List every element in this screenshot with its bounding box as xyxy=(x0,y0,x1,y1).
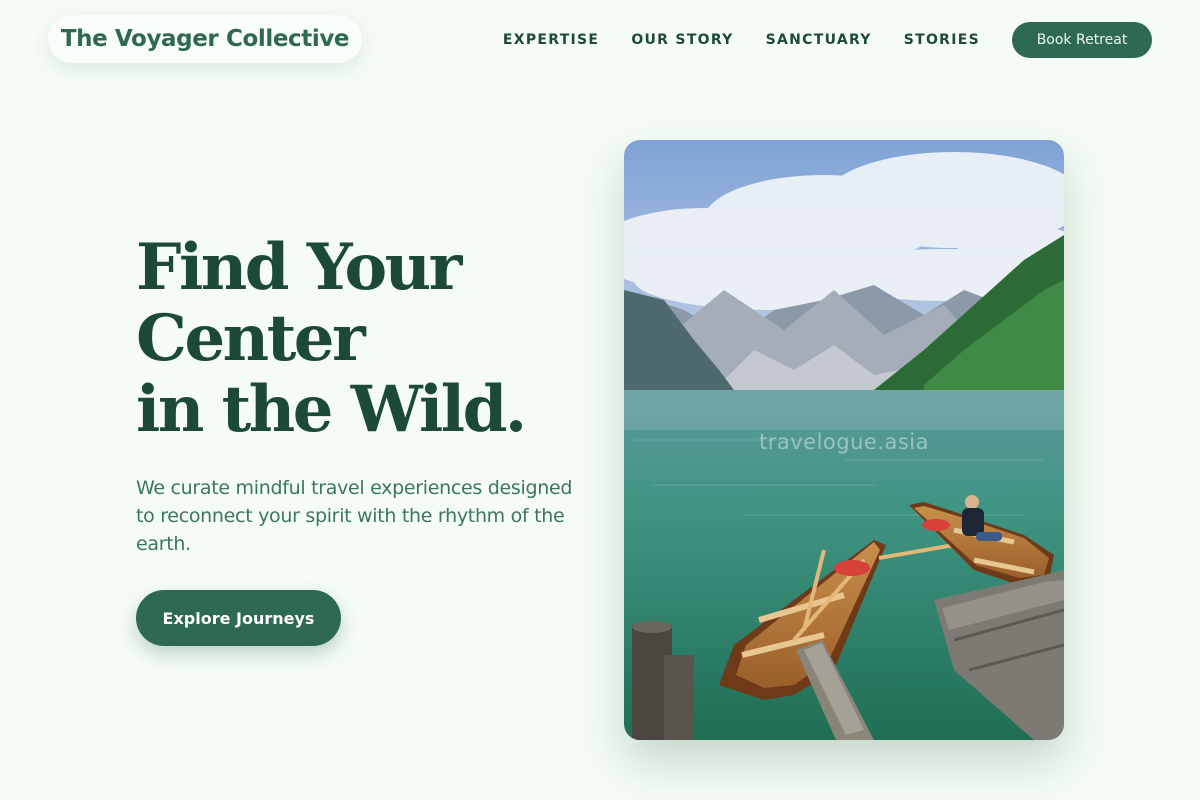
hero-title-line: in the Wild. xyxy=(136,372,527,447)
hero-title-line: Find Your xyxy=(136,230,462,305)
nav-link-sanctuary[interactable]: SANCTUARY xyxy=(766,32,872,48)
hero-subtitle: We curate mindful travel experiences des… xyxy=(136,477,573,555)
brand-name: The Voyager Collective xyxy=(60,26,350,52)
photo-watermark: travelogue.asia xyxy=(758,430,929,454)
hero-photo: travelogue.asia xyxy=(624,140,1064,740)
nav-link-expertise[interactable]: EXPERTISE xyxy=(503,32,599,48)
hero-title-line: Center xyxy=(136,301,366,376)
nav-link-stories[interactable]: STORIES xyxy=(904,32,980,48)
nav-link-our-story[interactable]: OUR STORY xyxy=(631,32,733,48)
hero-title: Find Your Center in the Wild. xyxy=(136,232,596,445)
main-nav: EXPERTISE OUR STORY SANCTUARY STORIES Bo… xyxy=(503,22,1152,58)
explore-journeys-button[interactable]: Explore Journeys xyxy=(136,590,341,646)
book-retreat-button[interactable]: Book Retreat xyxy=(1012,22,1152,58)
logo[interactable]: The Voyager Collective xyxy=(48,15,362,63)
